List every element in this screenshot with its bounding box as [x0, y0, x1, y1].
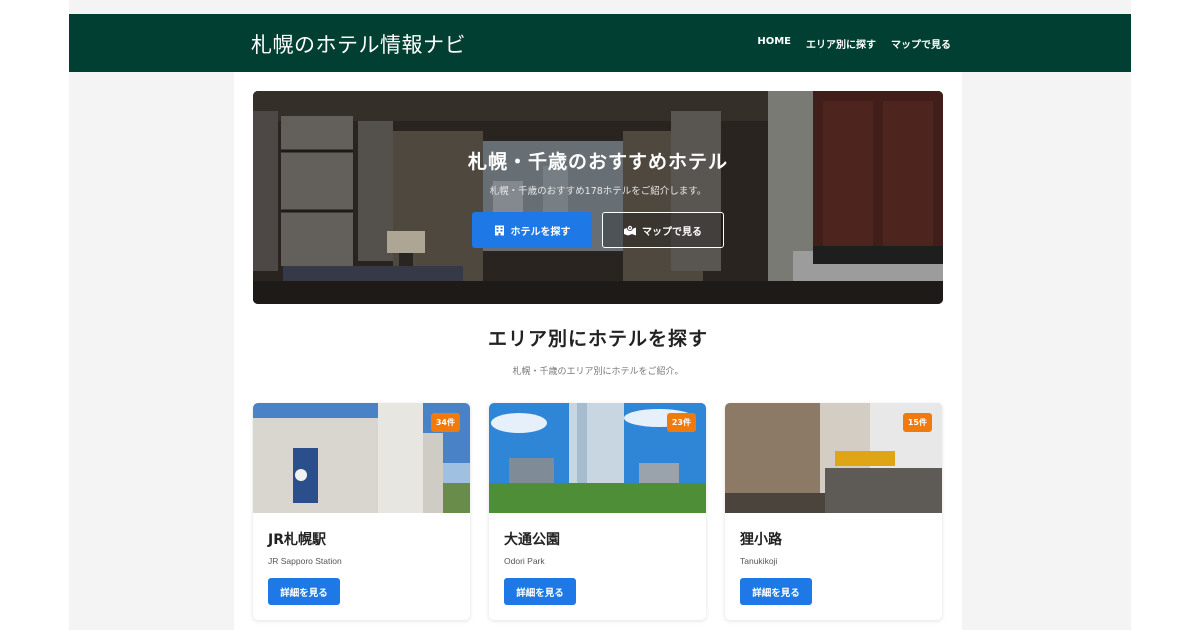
main-nav: HOME エリア別に探す マップで見る	[757, 36, 951, 51]
area-card-odori-park[interactable]: 23件 大通公園 Odori Park 詳細を見る	[489, 403, 706, 620]
map-icon	[624, 224, 636, 235]
area-section-title: エリア別にホテルを探す	[487, 328, 708, 350]
area-card-tanukikoji[interactable]: 15件 狸小路 Tanukikoji 詳細を見る	[725, 403, 942, 620]
hotel-count-badge: 23件	[666, 413, 696, 432]
area-name-en: JR Sapporo Station	[268, 556, 342, 566]
area-name-en: Tanukikoji	[740, 556, 778, 566]
view-map-label: マップで見る	[642, 226, 702, 238]
area-card-jr-sapporo[interactable]: 34件 JR札幌駅 JR Sapporo Station 詳細を見る	[253, 403, 470, 620]
view-details-button[interactable]: 詳細を見る	[268, 578, 340, 605]
area-section-subtitle: 札幌・千歳のエリア別にホテルをご紹介。	[512, 367, 684, 377]
view-map-button[interactable]: マップで見る	[602, 212, 724, 248]
building-icon	[494, 225, 504, 235]
hero-overlay	[253, 91, 943, 304]
area-name-en: Odori Park	[504, 556, 545, 566]
view-details-button[interactable]: 詳細を見る	[740, 578, 812, 605]
nav-area-search[interactable]: エリア別に探す	[806, 36, 876, 51]
hero-title: 札幌・千歳のおすすめホテル	[467, 151, 728, 173]
find-hotel-label: ホテルを探す	[510, 226, 571, 238]
hero-banner: 札幌・千歳のおすすめホテル 札幌・千歳のおすすめ178ホテルをご紹介します。 ホ…	[253, 91, 943, 304]
nav-map[interactable]: マップで見る	[891, 36, 951, 51]
area-name: 狸小路	[740, 532, 782, 548]
hero-subtitle: 札幌・千歳のおすすめ178ホテルをご紹介します。	[489, 186, 707, 197]
area-name: 大通公園	[504, 532, 560, 548]
hotel-count-badge: 34件	[430, 413, 460, 432]
find-hotel-button[interactable]: ホテルを探す	[472, 212, 592, 248]
site-logo[interactable]: 札幌のホテル情報ナビ	[251, 29, 466, 59]
view-details-button[interactable]: 詳細を見る	[504, 578, 576, 605]
site-header: 札幌のホテル情報ナビ HOME エリア別に探す マップで見る	[69, 14, 1131, 72]
hotel-count-badge: 15件	[902, 413, 932, 432]
area-name: JR札幌駅	[268, 532, 326, 548]
nav-home[interactable]: HOME	[757, 36, 791, 51]
